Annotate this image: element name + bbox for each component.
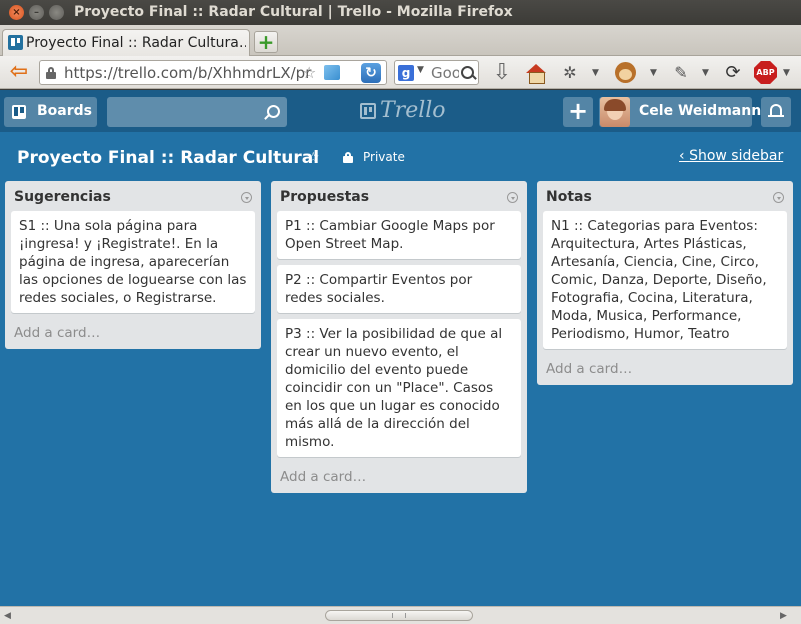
scrollbar-thumb[interactable] — [325, 610, 473, 621]
boards-button[interactable]: Boards — [4, 97, 97, 127]
firebug-dropdown-icon[interactable]: ▼ — [592, 68, 599, 78]
downloads-icon[interactable]: ⇩ — [490, 60, 514, 85]
colorzilla-dropper-icon[interactable]: ✎ — [670, 60, 692, 85]
back-arrow-icon[interactable]: ⇦ — [4, 60, 34, 85]
visibility-label[interactable]: Private — [363, 150, 405, 164]
list-title[interactable]: Propuestas — [280, 189, 369, 205]
show-sidebar-label: Show sidebar — [689, 148, 784, 164]
list-menu-icon[interactable] — [773, 192, 784, 203]
card-s1[interactable]: S1 :: Una sola página para ¡ingresa! y ¡… — [11, 211, 255, 313]
list-title[interactable]: Sugerencias — [14, 189, 111, 205]
add-card-link[interactable]: Add a card… — [271, 463, 527, 493]
navigation-toolbar: ⇦ https://trello.com/b/XhhmdrLX/pr ☆ ↻ g… — [0, 56, 801, 89]
window-titlebar: × – Proyecto Final :: Radar Cultural | T… — [0, 0, 801, 25]
window-minimize-button[interactable]: – — [29, 5, 44, 20]
member-menu-button[interactable]: Cele Weidmann — [599, 97, 761, 127]
tab-title: Proyecto Final :: Radar Cultura… — [26, 35, 246, 51]
search-bar[interactable]: g ▼ Goo — [394, 60, 479, 85]
card-p2[interactable]: P2 :: Compartir Eventos por redes social… — [277, 265, 521, 313]
horizontal-scrollbar[interactable]: ◀ ▶ — [0, 606, 801, 624]
search-input[interactable]: Goo — [431, 64, 459, 82]
boards-icon — [12, 105, 26, 119]
trello-favicon-icon — [8, 35, 23, 50]
boards-label: Boards — [37, 103, 92, 119]
reload-icon[interactable]: ↻ — [361, 63, 381, 83]
url-text[interactable]: https://trello.com/b/XhhmdrLX/pr — [64, 64, 336, 82]
window-close-button[interactable]: × — [9, 5, 24, 20]
dropper-dropdown-icon[interactable]: ▼ — [702, 68, 709, 78]
list-menu-icon[interactable] — [507, 192, 518, 203]
list-sugerencias: Sugerencias S1 :: Una sola página para ¡… — [5, 181, 261, 349]
avatar — [600, 97, 630, 127]
search-icon[interactable] — [263, 105, 280, 121]
new-tab-button[interactable]: + — [254, 31, 278, 53]
url-bar[interactable]: https://trello.com/b/XhhmdrLX/pr ☆ ↻ — [39, 60, 387, 85]
tab-strip: Proyecto Final :: Radar Cultura… + — [0, 25, 801, 56]
trello-logo-text: Trello — [380, 98, 446, 123]
list-propuestas: Propuestas P1 :: Cambiar Google Maps por… — [271, 181, 527, 493]
list-notas: Notas N1 :: Categorias para Eventos: Arq… — [537, 181, 793, 385]
trello-logo-icon — [360, 103, 376, 119]
page-info-cube-icon[interactable] — [324, 65, 340, 80]
lock-icon — [46, 67, 56, 79]
show-sidebar-link[interactable]: ‹ Show sidebar — [679, 148, 783, 164]
card-p1[interactable]: P1 :: Cambiar Google Maps por Open Stree… — [277, 211, 521, 259]
scrollbar-grip — [392, 613, 406, 618]
search-icon[interactable] — [460, 65, 476, 81]
scroll-right-arrow-icon[interactable]: ▶ — [780, 611, 787, 621]
card-p3[interactable]: P3 :: Ver la posibilidad de que al crear… — [277, 319, 521, 457]
sync-icon[interactable]: ⟳ — [722, 60, 744, 85]
add-card-link[interactable]: Add a card… — [5, 319, 261, 349]
trello-header: Boards Trello + Cele Weidmann — [0, 90, 801, 132]
window-title: Proyecto Final :: Radar Cultural | Trell… — [74, 4, 513, 20]
member-name: Cele Weidmann — [639, 103, 762, 119]
add-button[interactable]: + — [563, 97, 593, 127]
greasemonkey-dropdown-icon[interactable]: ▼ — [650, 68, 657, 78]
scroll-left-arrow-icon[interactable]: ◀ — [4, 611, 11, 621]
adblock-plus-icon[interactable] — [754, 60, 778, 85]
list-header[interactable]: Propuestas — [271, 181, 527, 211]
firebug-icon[interactable]: ✲ — [558, 60, 582, 85]
card-n1[interactable]: N1 :: Categorias para Eventos: Arquitect… — [543, 211, 787, 349]
board-title[interactable]: Proyecto Final :: Radar Cultural — [17, 148, 319, 168]
greasemonkey-icon[interactable] — [612, 60, 638, 85]
add-card-link[interactable]: Add a card… — [537, 355, 793, 385]
adblock-dropdown-icon[interactable]: ▼ — [783, 68, 790, 78]
list-menu-icon[interactable] — [241, 192, 252, 203]
list-header[interactable]: Sugerencias — [5, 181, 261, 211]
list-title[interactable]: Notas — [546, 189, 592, 205]
list-header[interactable]: Notas — [537, 181, 793, 211]
private-lock-icon[interactable] — [343, 152, 353, 163]
window-maximize-button[interactable] — [49, 5, 64, 20]
google-icon[interactable]: g — [398, 65, 414, 81]
browser-tab[interactable]: Proyecto Final :: Radar Cultura… — [2, 29, 250, 56]
header-search-input[interactable] — [107, 97, 287, 127]
search-engine-dropdown-icon[interactable]: ▼ — [417, 65, 424, 75]
home-icon[interactable] — [523, 60, 549, 85]
star-icon[interactable]: ☆ — [307, 150, 320, 166]
trello-logo[interactable]: Trello — [360, 98, 446, 124]
trello-board-page: Boards Trello + Cele Weidmann Proyecto F… — [0, 90, 801, 624]
bookmark-star-icon[interactable]: ☆ — [302, 63, 316, 82]
notifications-bell-icon[interactable] — [761, 97, 791, 127]
